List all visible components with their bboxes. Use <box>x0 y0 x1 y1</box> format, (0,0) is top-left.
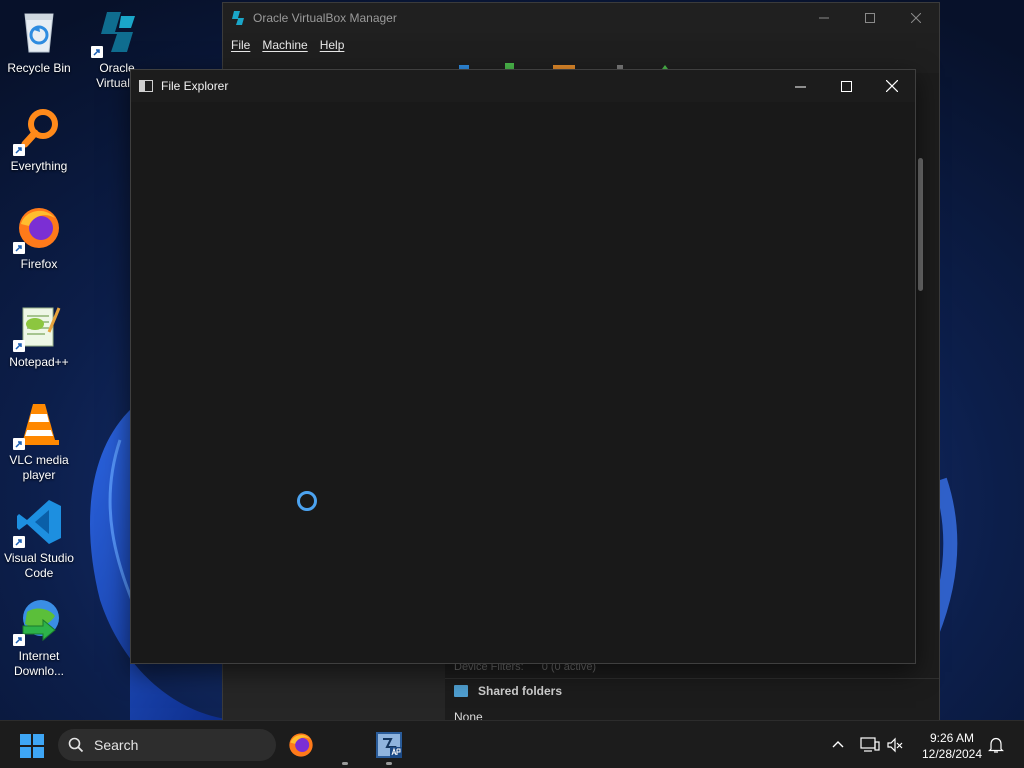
firefox-icon <box>13 204 63 254</box>
desktop-icon-label: Internet Downlo... <box>13 649 65 678</box>
desktop-icon-vlc[interactable]: VLC media player <box>1 400 77 483</box>
desktop-icon-everything[interactable]: Everything <box>1 106 77 174</box>
notification-bell-icon[interactable] <box>988 736 1004 754</box>
clock-time: 9:26 AM <box>929 731 975 745</box>
network-display-icon[interactable] <box>860 736 880 754</box>
minimize-button[interactable] <box>777 70 823 102</box>
desktop-icon-notepad-plus-plus[interactable]: Notepad++ <box>1 302 77 370</box>
taskbar-firefox-icon[interactable] <box>287 731 315 759</box>
menu-bar: File Machine Help <box>223 33 939 57</box>
taskbar-virtualbox-app-icon[interactable] <box>375 731 403 759</box>
shortcut-arrow-icon <box>13 144 25 156</box>
desktop-icon-firefox[interactable]: Firefox <box>1 204 77 272</box>
virtualbox-icon <box>91 8 141 58</box>
menu-help[interactable]: Help <box>320 38 345 52</box>
vlc-cone-icon <box>13 400 63 450</box>
taskbar-search-box[interactable]: Search <box>58 729 276 761</box>
taskbar-running-indicator <box>342 762 348 765</box>
desktop-icon-label: Everything <box>10 159 68 173</box>
desktop-icon-label: Firefox <box>20 257 58 271</box>
desktop-icon-label: Notepad++ <box>9 355 69 369</box>
file-explorer-window[interactable]: File Explorer <box>130 69 916 664</box>
shortcut-arrow-icon <box>13 242 25 254</box>
explorer-titlebar[interactable]: File Explorer <box>131 70 915 102</box>
internet-download-manager-icon <box>13 596 63 646</box>
show-hidden-icons-chevron-up-icon[interactable] <box>831 738 845 752</box>
recycle-bin-icon <box>15 8 63 56</box>
loading-spinner-icon <box>297 491 317 511</box>
shortcut-arrow-icon <box>13 340 25 352</box>
clock-date: 12/28/2024 <box>921 747 983 761</box>
taskbar: Search 9:26 AM 12/28/2024 <box>0 720 1024 768</box>
details-scrollbar[interactable] <box>918 158 923 291</box>
desktop-icon-recycle-bin[interactable]: Recycle Bin <box>1 8 77 76</box>
search-icon <box>68 737 84 753</box>
shared-folders-label: Shared folders <box>478 684 563 698</box>
shortcut-arrow-icon <box>91 46 103 58</box>
maximize-button[interactable] <box>847 3 893 33</box>
shortcut-arrow-icon <box>13 634 25 646</box>
notepad-plus-plus-icon <box>13 302 63 352</box>
taskbar-running-indicator <box>386 762 392 765</box>
desktop-icon-label: Visual Studio Code <box>4 551 74 580</box>
minimize-button[interactable] <box>801 3 847 33</box>
taskbar-clock[interactable]: 9:26 AM 12/28/2024 <box>912 730 992 762</box>
vscode-icon <box>13 498 63 548</box>
desktop-icon-label: VLC media player <box>9 453 69 482</box>
window-title: Oracle VirtualBox Manager <box>253 11 397 25</box>
menu-file[interactable]: File <box>231 38 250 52</box>
folder-icon <box>454 685 468 697</box>
shortcut-arrow-icon <box>13 536 25 548</box>
shared-folders-header[interactable]: Shared folders <box>454 684 562 698</box>
desktop-icon-label: Recycle Bin <box>7 61 71 75</box>
maximize-button[interactable] <box>823 70 869 102</box>
window-app-icon <box>139 80 153 92</box>
close-button[interactable] <box>893 3 939 33</box>
desktop-icon-vscode[interactable]: Visual Studio Code <box>1 498 77 581</box>
vbox-titlebar[interactable]: Oracle VirtualBox Manager <box>223 3 939 33</box>
virtualbox-icon <box>232 11 244 25</box>
close-button[interactable] <box>869 70 915 102</box>
search-placeholder: Search <box>94 737 139 753</box>
section-divider <box>445 678 939 679</box>
desktop-icon-internet-download-manager[interactable]: Internet Downlo... <box>1 596 77 679</box>
start-button-windows-icon[interactable] <box>19 733 45 759</box>
menu-machine[interactable]: Machine <box>262 38 307 52</box>
shortcut-arrow-icon <box>13 438 25 450</box>
everything-search-icon <box>13 106 63 156</box>
volume-muted-icon[interactable] <box>886 736 904 754</box>
window-title: File Explorer <box>161 79 229 93</box>
